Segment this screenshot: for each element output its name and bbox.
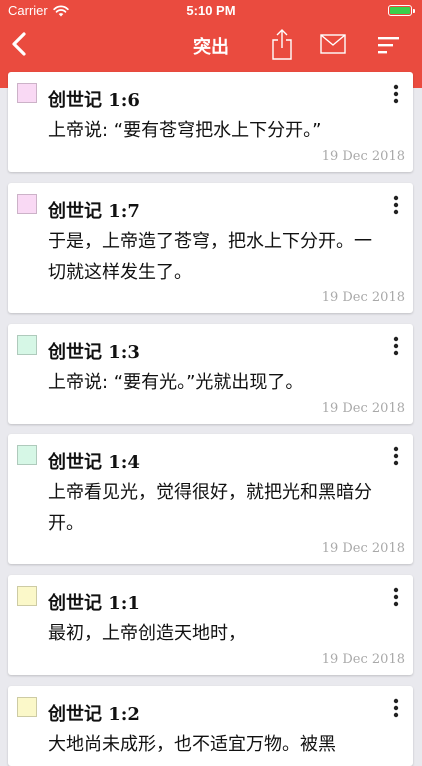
verse-reference: 创世记 1:2 <box>48 704 140 725</box>
nav-bar: 突出 <box>0 22 422 66</box>
battery-icon <box>388 5 415 16</box>
highlight-card[interactable]: 创世记 1:6 上帝说: “要有苍穹把水上下分开。” 19 Dec 2018 <box>8 72 413 172</box>
verse-reference: 创世记 1:4 <box>48 452 140 473</box>
highlight-color-swatch <box>17 586 37 606</box>
highlight-card[interactable]: 创世记 1:1 最初，上帝创造天地时， 19 Dec 2018 <box>8 575 413 675</box>
verse-text: 上帝说: “要有苍穹把水上下分开。” <box>48 120 322 141</box>
more-options-icon[interactable] <box>387 83 405 105</box>
status-bar: Carrier 5:10 PM <box>0 0 422 22</box>
highlight-color-swatch <box>17 697 37 717</box>
highlight-card[interactable]: 创世记 1:3 上帝说: “要有光。”光就出现了。 19 Dec 2018 <box>8 324 413 424</box>
more-options-icon[interactable] <box>387 335 405 357</box>
highlight-date: 19 Dec 2018 <box>321 401 405 416</box>
verse-text: 于是，上帝造了苍穹，把水上下分开。一切就这样发生了。 <box>48 231 372 283</box>
more-options-icon[interactable] <box>387 586 405 608</box>
highlight-color-swatch <box>17 335 37 355</box>
verse-reference: 创世记 1:1 <box>48 593 140 614</box>
highlight-color-swatch <box>17 194 37 214</box>
verse-reference: 创世记 1:7 <box>48 201 140 222</box>
highlight-date: 19 Dec 2018 <box>321 149 405 164</box>
highlight-card[interactable]: 创世记 1:4 上帝看见光，觉得很好，就把光和黑暗分开。 19 Dec 2018 <box>8 434 413 564</box>
highlight-date: 19 Dec 2018 <box>321 541 405 556</box>
verse-text: 上帝看见光，觉得很好，就把光和黑暗分开。 <box>48 482 372 534</box>
sort-icon[interactable] <box>378 36 400 54</box>
verse-text: 上帝说: “要有光。”光就出现了。 <box>48 372 304 393</box>
highlight-date: 19 Dec 2018 <box>321 652 405 667</box>
verse-text: 大地尚未成形，也不适宜万物。被黑 <box>48 734 336 755</box>
more-options-icon[interactable] <box>387 697 405 719</box>
highlight-date: 19 Dec 2018 <box>321 290 405 305</box>
verse-reference: 创世记 1:3 <box>48 342 140 363</box>
highlight-card[interactable]: 创世记 1:7 于是，上帝造了苍穹，把水上下分开。一切就这样发生了。 19 De… <box>8 183 413 313</box>
mail-icon[interactable] <box>320 34 346 54</box>
verse-reference: 创世记 1:6 <box>48 90 140 111</box>
verse-text: 最初，上帝创造天地时， <box>48 623 246 644</box>
highlight-color-swatch <box>17 83 37 103</box>
status-time: 5:10 PM <box>186 3 236 18</box>
highlight-card[interactable]: 创世记 1:2 大地尚未成形，也不适宜万物。被黑 <box>8 686 413 766</box>
share-icon[interactable] <box>270 28 294 60</box>
page-title: 突出 <box>193 37 229 58</box>
more-options-icon[interactable] <box>387 445 405 467</box>
more-options-icon[interactable] <box>387 194 405 216</box>
highlight-color-swatch <box>17 445 37 465</box>
